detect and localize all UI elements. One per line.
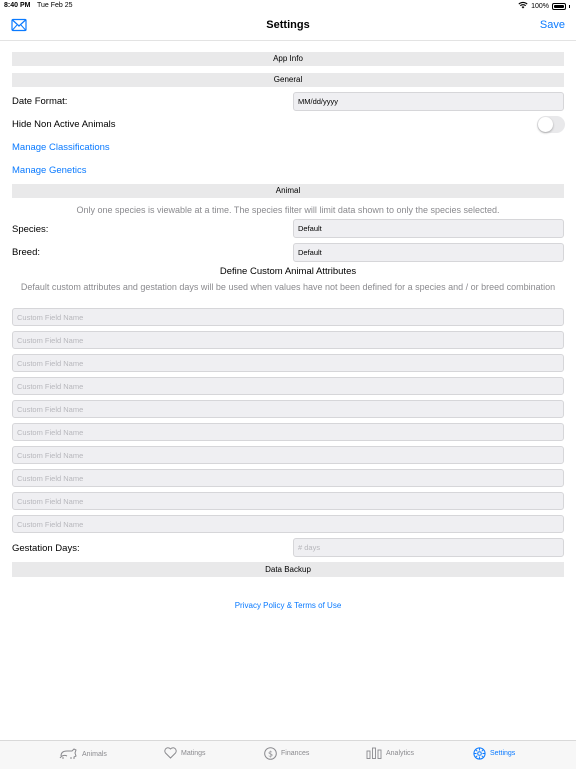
nav-bar: Settings Save bbox=[0, 12, 576, 41]
svg-text:$: $ bbox=[268, 749, 273, 758]
custom-attributes-note: Default custom attributes and gestation … bbox=[20, 282, 556, 292]
dollar-icon: $ bbox=[264, 747, 277, 760]
species-note: Only one species is viewable at a time. … bbox=[76, 205, 500, 215]
tab-settings[interactable]: Settings bbox=[473, 747, 515, 760]
bar-chart-icon bbox=[366, 747, 382, 759]
wifi-icon bbox=[518, 1, 528, 11]
gestation-days-label: Gestation Days: bbox=[12, 543, 80, 554]
breed-label: Breed: bbox=[12, 247, 40, 258]
tab-animals[interactable]: Animals bbox=[59, 747, 107, 761]
species-field[interactable]: Default bbox=[293, 219, 564, 238]
section-app-info[interactable]: App Info bbox=[12, 52, 564, 66]
tab-analytics[interactable]: Analytics bbox=[366, 747, 414, 759]
tab-bar: Animals Matings $ Finances Analytics Set… bbox=[0, 740, 576, 769]
tab-finances[interactable]: $ Finances bbox=[264, 747, 309, 760]
date-format-field[interactable]: MM/dd/yyyy bbox=[293, 92, 564, 111]
custom-field-input[interactable]: Custom Field Name bbox=[12, 446, 564, 464]
status-date: Tue Feb 25 bbox=[37, 2, 73, 9]
custom-field-input[interactable]: Custom Field Name bbox=[12, 308, 564, 326]
custom-field-input[interactable]: Custom Field Name bbox=[12, 400, 564, 418]
privacy-policy-link[interactable]: Privacy Policy & Terms of Use bbox=[0, 601, 576, 610]
manage-genetics-link[interactable]: Manage Genetics bbox=[12, 165, 86, 176]
custom-field-input[interactable]: Custom Field Name bbox=[12, 492, 564, 510]
save-button[interactable]: Save bbox=[540, 19, 565, 31]
battery-percent: 100% bbox=[531, 2, 549, 10]
manage-classifications-link[interactable]: Manage Classifications bbox=[12, 142, 110, 153]
hide-inactive-toggle[interactable] bbox=[537, 116, 565, 133]
tab-label: Matings bbox=[181, 749, 206, 757]
animals-icon bbox=[59, 747, 78, 761]
tab-label: Settings bbox=[490, 750, 516, 757]
tab-label: Finances bbox=[281, 750, 310, 757]
custom-attributes-title: Define Custom Animal Attributes bbox=[219, 266, 357, 277]
battery-cap bbox=[569, 4, 570, 8]
battery-icon bbox=[552, 2, 566, 10]
heart-icon bbox=[164, 747, 177, 759]
toggle-knob bbox=[538, 117, 553, 132]
gear-icon bbox=[473, 747, 486, 760]
tab-matings[interactable]: Matings bbox=[164, 747, 206, 759]
section-data-backup[interactable]: Data Backup bbox=[12, 562, 564, 577]
species-label: Species: bbox=[12, 224, 49, 235]
gestation-days-field[interactable]: # days bbox=[293, 538, 564, 557]
section-general: General bbox=[12, 73, 564, 87]
section-animal: Animal bbox=[12, 184, 564, 198]
status-bar: 8:40 PM Tue Feb 25 100% bbox=[0, 0, 576, 12]
custom-field-input[interactable]: Custom Field Name bbox=[12, 423, 564, 441]
breed-field[interactable]: Default bbox=[293, 243, 564, 262]
date-format-label: Date Format: bbox=[12, 96, 68, 107]
status-time: 8:40 PM bbox=[4, 2, 31, 9]
custom-field-input[interactable]: Custom Field Name bbox=[12, 377, 564, 395]
status-right: 100% bbox=[518, 1, 570, 11]
tab-label: Animals bbox=[82, 750, 107, 758]
custom-field-input[interactable]: Custom Field Name bbox=[12, 331, 564, 349]
custom-field-input[interactable]: Custom Field Name bbox=[12, 515, 564, 533]
custom-field-input[interactable]: Custom Field Name bbox=[12, 469, 564, 487]
tab-label: Analytics bbox=[386, 749, 415, 757]
custom-field-input[interactable]: Custom Field Name bbox=[12, 354, 564, 372]
hide-inactive-label: Hide Non Active Animals bbox=[12, 119, 116, 130]
page-title: Settings bbox=[266, 19, 310, 31]
